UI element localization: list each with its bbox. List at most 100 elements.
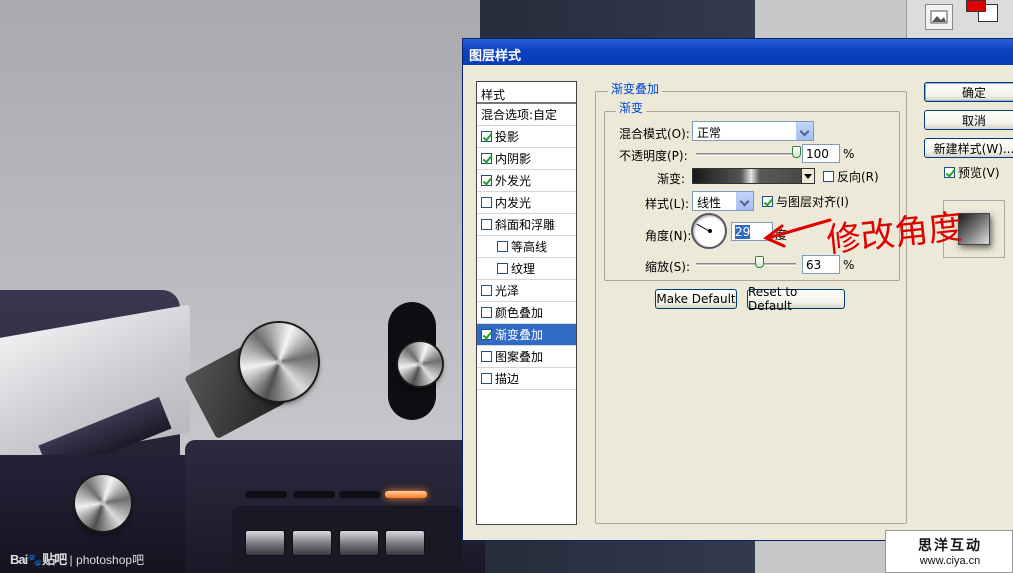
baidu-brand: Bai bbox=[10, 552, 28, 567]
reverse-checkbox[interactable]: 反向(R) bbox=[823, 168, 879, 185]
style-list-item[interactable]: 内发光 bbox=[477, 192, 576, 214]
device-key bbox=[385, 530, 425, 556]
style-list-item-label: 描边 bbox=[495, 372, 520, 386]
gradient-dropdown-icon[interactable] bbox=[801, 168, 815, 184]
layer-style-dialog: 图层样式 样式 混合选项:自定投影内阴影外发光内发光斜面和浮雕等高线纹理光泽颜色… bbox=[462, 38, 1013, 541]
style-list-item[interactable]: 内阴影 bbox=[477, 148, 576, 170]
style-list-item[interactable]: 图案叠加 bbox=[477, 346, 576, 368]
device-key bbox=[292, 530, 332, 556]
style-list-item[interactable]: 等高线 bbox=[477, 236, 576, 258]
gradient-picker[interactable] bbox=[692, 168, 815, 184]
style-checkbox[interactable] bbox=[481, 285, 492, 296]
preview-checkbox-box[interactable] bbox=[944, 167, 955, 178]
style-checkbox[interactable] bbox=[481, 307, 492, 318]
angle-dial[interactable] bbox=[691, 213, 727, 249]
style-list-item-label: 图案叠加 bbox=[495, 350, 544, 364]
opacity-slider-thumb[interactable] bbox=[792, 146, 801, 158]
preview-swatch bbox=[958, 213, 990, 245]
dialog-title[interactable]: 图层样式 bbox=[463, 39, 1013, 65]
style-list-item-label: 渐变叠加 bbox=[495, 328, 544, 342]
style-list-item-label: 光泽 bbox=[495, 284, 520, 298]
style-checkbox[interactable] bbox=[481, 153, 492, 164]
style-list-item[interactable]: 斜面和浮雕 bbox=[477, 214, 576, 236]
angle-value: 29 bbox=[735, 225, 751, 239]
style-list-item-label: 内发光 bbox=[495, 196, 532, 210]
style-checkbox[interactable] bbox=[481, 197, 492, 208]
section-title: 渐变叠加 bbox=[608, 80, 663, 97]
style-checkbox[interactable] bbox=[481, 373, 492, 384]
small-metal-knob bbox=[398, 342, 442, 386]
style-checkbox[interactable] bbox=[481, 219, 492, 230]
opacity-input[interactable]: 100 bbox=[802, 144, 840, 163]
baidu-brand-2: 贴吧 bbox=[42, 552, 67, 567]
align-with-layer-checkbox[interactable]: 与图层对齐(I) bbox=[762, 193, 849, 210]
style-preview bbox=[943, 200, 1005, 258]
reset-to-default-button[interactable]: Reset to Default bbox=[747, 285, 845, 313]
style-select[interactable]: 线性 bbox=[692, 191, 754, 211]
opacity-slider-track[interactable] bbox=[696, 153, 796, 156]
style-list-item[interactable]: 投影 bbox=[477, 126, 576, 148]
style-list-item[interactable]: 外发光 bbox=[477, 170, 576, 192]
style-list-item-label: 斜面和浮雕 bbox=[495, 218, 556, 232]
watermark-url: www.ciya.cn bbox=[919, 555, 981, 567]
scale-slider-thumb[interactable] bbox=[755, 256, 764, 268]
reverse-checkbox-box[interactable] bbox=[823, 171, 834, 182]
style-list-item[interactable]: 描边 bbox=[477, 368, 576, 390]
style-checkbox[interactable] bbox=[481, 351, 492, 362]
style-list-item-label: 纹理 bbox=[511, 262, 536, 276]
preview-checkbox[interactable]: 预览(V) bbox=[944, 164, 1000, 181]
gradient-label: 渐变: bbox=[657, 172, 686, 186]
indicator-slot bbox=[245, 491, 287, 498]
foreground-color-swatch[interactable] bbox=[966, 0, 986, 12]
style-checkbox[interactable] bbox=[481, 131, 492, 142]
indicator-slot bbox=[293, 491, 335, 498]
blend-mode-value: 正常 bbox=[697, 126, 722, 140]
style-list-header[interactable]: 样式 bbox=[477, 82, 576, 104]
style-list: 样式 混合选项:自定投影内阴影外发光内发光斜面和浮雕等高线纹理光泽颜色叠加渐变叠… bbox=[476, 81, 577, 525]
dial-needle bbox=[696, 223, 711, 232]
style-list-item-label: 等高线 bbox=[511, 240, 548, 254]
style-checkbox[interactable] bbox=[481, 329, 492, 340]
opacity-label: 不透明度(P): bbox=[619, 149, 688, 163]
align-checkbox-box[interactable] bbox=[762, 196, 773, 207]
style-list-item[interactable]: 光泽 bbox=[477, 280, 576, 302]
reverse-label: 反向(R) bbox=[837, 170, 879, 184]
preview-label: 预览(V) bbox=[958, 166, 1000, 180]
angle-label: 角度(N): bbox=[645, 229, 692, 243]
angle-input[interactable]: 29 bbox=[731, 222, 773, 241]
chevron-down-icon[interactable] bbox=[796, 122, 813, 140]
style-list-item[interactable]: 纹理 bbox=[477, 258, 576, 280]
image-thumbnail-icon[interactable] bbox=[925, 4, 953, 30]
blend-mode-select[interactable]: 正常 bbox=[692, 121, 814, 141]
style-checkbox[interactable] bbox=[481, 175, 492, 186]
indicator-led-orange bbox=[385, 491, 427, 498]
style-label: 样式(L): bbox=[645, 197, 690, 211]
chevron-down-icon[interactable] bbox=[736, 192, 753, 210]
scale-label: 缩放(S): bbox=[645, 260, 691, 274]
scale-slider-track[interactable] bbox=[696, 263, 796, 266]
style-list-item-label: 内阴影 bbox=[495, 152, 532, 166]
baidu-watermark: Bai🐾贴吧 | photoshop吧 bbox=[10, 549, 144, 568]
style-list-item[interactable]: 渐变叠加 bbox=[477, 324, 576, 346]
scale-input[interactable]: 63 bbox=[802, 255, 840, 274]
cancel-button[interactable]: 取消 bbox=[924, 110, 1013, 130]
align-label: 与图层对齐(I) bbox=[776, 195, 849, 209]
style-checkbox[interactable] bbox=[497, 241, 508, 252]
make-default-button[interactable]: Make Default bbox=[655, 289, 737, 309]
style-list-item-label: 外发光 bbox=[495, 174, 532, 188]
style-list-item-label: 混合选项:自定 bbox=[481, 108, 558, 122]
paw-icon: 🐾 bbox=[27, 553, 43, 567]
group-title: 渐变 bbox=[616, 99, 647, 116]
watermark-text: photoshop吧 bbox=[76, 553, 145, 567]
indicator-slot bbox=[339, 491, 381, 498]
ciya-watermark: 思洋互动 www.ciya.cn bbox=[885, 530, 1013, 573]
style-list-item[interactable]: 颜色叠加 bbox=[477, 302, 576, 324]
style-list-item-label: 颜色叠加 bbox=[495, 306, 544, 320]
new-style-button[interactable]: 新建样式(W)... bbox=[924, 138, 1013, 158]
ok-button[interactable]: 确定 bbox=[924, 82, 1013, 102]
opacity-value: 100 bbox=[806, 147, 829, 161]
watermark-separator: | bbox=[69, 553, 73, 567]
style-list-item[interactable]: 混合选项:自定 bbox=[477, 104, 576, 126]
angle-unit: 度 bbox=[775, 228, 788, 242]
style-checkbox[interactable] bbox=[497, 263, 508, 274]
